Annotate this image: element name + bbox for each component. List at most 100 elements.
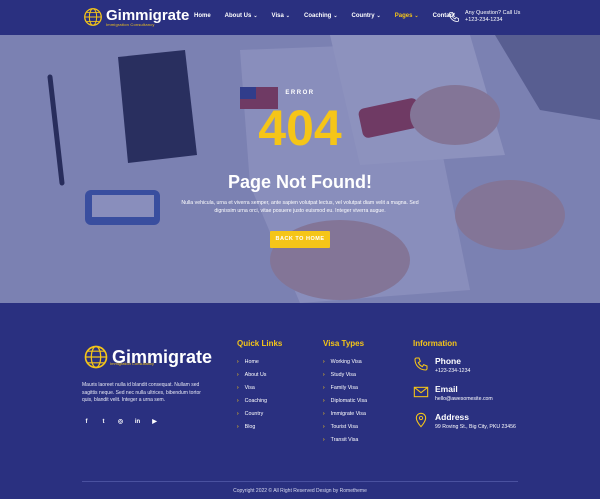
copyright-text: Copyright 2022 © All Right Reserved Desi… <box>233 488 367 494</box>
twitter-icon[interactable]: t <box>99 418 108 427</box>
footer-description: Mauris laoreet nulla id blandit consequa… <box>82 382 201 403</box>
youtube-icon[interactable]: ▶ <box>150 418 159 427</box>
visa-link-diplomatic[interactable]: › Diplomatic Visa <box>323 394 367 407</box>
info-email: Email hello@awesomesite.com <box>413 384 493 402</box>
quick-link-coaching[interactable]: › Coaching <box>237 394 267 407</box>
chevron-right-icon: › <box>323 371 325 378</box>
quick-link-blog[interactable]: › Blog <box>237 420 267 433</box>
chevron-right-icon: › <box>237 371 239 378</box>
nav-home[interactable]: Home <box>194 13 211 19</box>
quick-link-home[interactable]: › Home <box>237 355 267 368</box>
footer-email[interactable]: hello@awesomesite.com <box>435 396 493 402</box>
link-label: Transit Visa <box>330 436 359 443</box>
footer-phone[interactable]: +123-234-1234 <box>435 368 470 374</box>
chevron-right-icon: › <box>323 384 325 391</box>
link-label: Home <box>244 358 259 365</box>
visa-types-list: › Working Visa › Study Visa › Family Visa ›… <box>323 355 367 446</box>
chevron-right-icon: › <box>237 410 239 417</box>
chevron-down-icon: ⌄ <box>414 13 419 19</box>
nav-coaching[interactable]: Coaching ⌄ <box>304 13 338 19</box>
email-title: Email <box>435 384 458 394</box>
nav-coaching-label: Coaching <box>303 13 332 19</box>
map-pin-icon <box>415 412 427 428</box>
nav-pages[interactable]: Pages ⌄ <box>395 13 419 19</box>
back-to-home-button[interactable]: BACK TO HOME <box>270 231 330 248</box>
chevron-right-icon: › <box>323 397 325 404</box>
link-label: About Us <box>244 371 267 378</box>
footer-brand-logo[interactable]: Gimmigrate <box>82 343 212 371</box>
nav-pages-label: Pages <box>394 13 413 19</box>
chevron-right-icon: › <box>237 397 239 404</box>
nav-visa[interactable]: Visa ⌄ <box>272 13 290 19</box>
chevron-right-icon: › <box>323 436 325 443</box>
visa-link-transit[interactable]: › Transit Visa <box>323 433 367 446</box>
link-label: Blog <box>244 423 256 430</box>
error-description: Nulla vehicula, urna et viverra semper, … <box>181 200 419 214</box>
chevron-right-icon: › <box>323 358 325 365</box>
chevron-right-icon: › <box>237 358 239 365</box>
hero-404: ERROR 404 Page Not Found! Nulla vehicula… <box>0 35 600 303</box>
nav-home-label: Home <box>194 13 211 19</box>
page-not-found-title: Page Not Found! <box>228 172 372 192</box>
visa-link-study[interactable]: › Study Visa <box>323 368 367 381</box>
header-phone: +123-234-1234 <box>465 17 503 23</box>
call-us-label: Any Question? Call Us <box>465 10 521 16</box>
globe-logo-icon <box>84 345 108 369</box>
chevron-right-icon: › <box>323 423 325 430</box>
quick-links-list: › Home › About Us › Visa › Coaching › Country… <box>237 355 267 433</box>
chevron-right-icon: › <box>323 410 325 417</box>
visa-link-tourist[interactable]: › Tourist Visa <box>323 420 367 433</box>
error-code: 404 <box>258 100 342 156</box>
chevron-right-icon: › <box>237 423 239 430</box>
quick-link-about-us[interactable]: › About Us <box>237 368 267 381</box>
link-label: Visa <box>244 384 255 391</box>
footer-brand-tagline: Immigration Consultancy <box>110 361 155 366</box>
nav-visa-label: Visa <box>271 13 284 19</box>
info-phone: Phone +123-234-1234 <box>413 356 470 374</box>
globe-logo-icon <box>84 8 102 26</box>
hero-overlay <box>0 35 600 303</box>
link-label: Family Visa <box>330 384 358 391</box>
nav-about-label: About Us <box>224 13 252 19</box>
phone-title: Phone <box>435 356 461 366</box>
linkedin-icon[interactable]: in <box>133 418 142 427</box>
visa-link-family[interactable]: › Family Visa <box>323 381 367 394</box>
link-label: Immigrate Visa <box>330 410 366 417</box>
visa-types-title: Visa Types <box>323 339 365 348</box>
chevron-down-icon: ⌄ <box>285 13 290 19</box>
instagram-icon[interactable]: ◎ <box>116 418 125 427</box>
header-call-us[interactable]: Any Question? Call Us +123-234-1234 <box>448 10 520 24</box>
nav-country[interactable]: Country ⌄ <box>352 13 381 19</box>
link-label: Country <box>244 410 264 417</box>
information-title: Information <box>413 339 457 348</box>
facebook-icon[interactable]: f <box>82 418 91 427</box>
quick-link-country[interactable]: › Country <box>237 407 267 420</box>
chevron-down-icon: ⌄ <box>333 13 338 19</box>
chevron-right-icon: › <box>237 384 239 391</box>
brand-name: Gimmigrate <box>106 6 190 24</box>
info-address: Address 99 Roving St., Big City, PKU 234… <box>413 412 516 430</box>
footer-address: 99 Roving St., Big City, PKU 23456 <box>435 424 516 430</box>
quick-link-visa[interactable]: › Visa <box>237 381 267 394</box>
quick-links-title: Quick Links <box>237 339 283 348</box>
link-label: Study Visa <box>330 371 356 378</box>
link-label: Tourist Visa <box>330 423 358 430</box>
address-title: Address <box>435 412 470 422</box>
link-label: Diplomatic Visa <box>330 397 368 404</box>
chevron-down-icon: ⌄ <box>376 13 381 19</box>
phone-icon <box>449 12 459 22</box>
site-header: Gimmigrate Immigration Consultancy Home … <box>0 0 600 35</box>
nav-country-label: Country <box>351 13 375 19</box>
brand-logo[interactable]: Gimmigrate Immigration Consultancy <box>82 6 189 28</box>
error-label: ERROR <box>285 90 315 96</box>
site-footer: Gimmigrate Immigration Consultancy Mauri… <box>0 303 600 499</box>
nav-about-us[interactable]: About Us ⌄ <box>225 13 258 19</box>
social-links: f t ◎ in ▶ <box>82 418 159 427</box>
main-nav: Home About Us ⌄ Visa ⌄ Coaching ⌄ Country ⌄ … <box>194 13 469 19</box>
phone-icon <box>414 357 428 371</box>
link-label: Coaching <box>244 397 268 404</box>
email-icon <box>413 386 429 398</box>
visa-link-immigrate[interactable]: › Immigrate Visa <box>323 407 367 420</box>
visa-link-working[interactable]: › Working Visa <box>323 355 367 368</box>
link-label: Working Visa <box>330 358 362 365</box>
